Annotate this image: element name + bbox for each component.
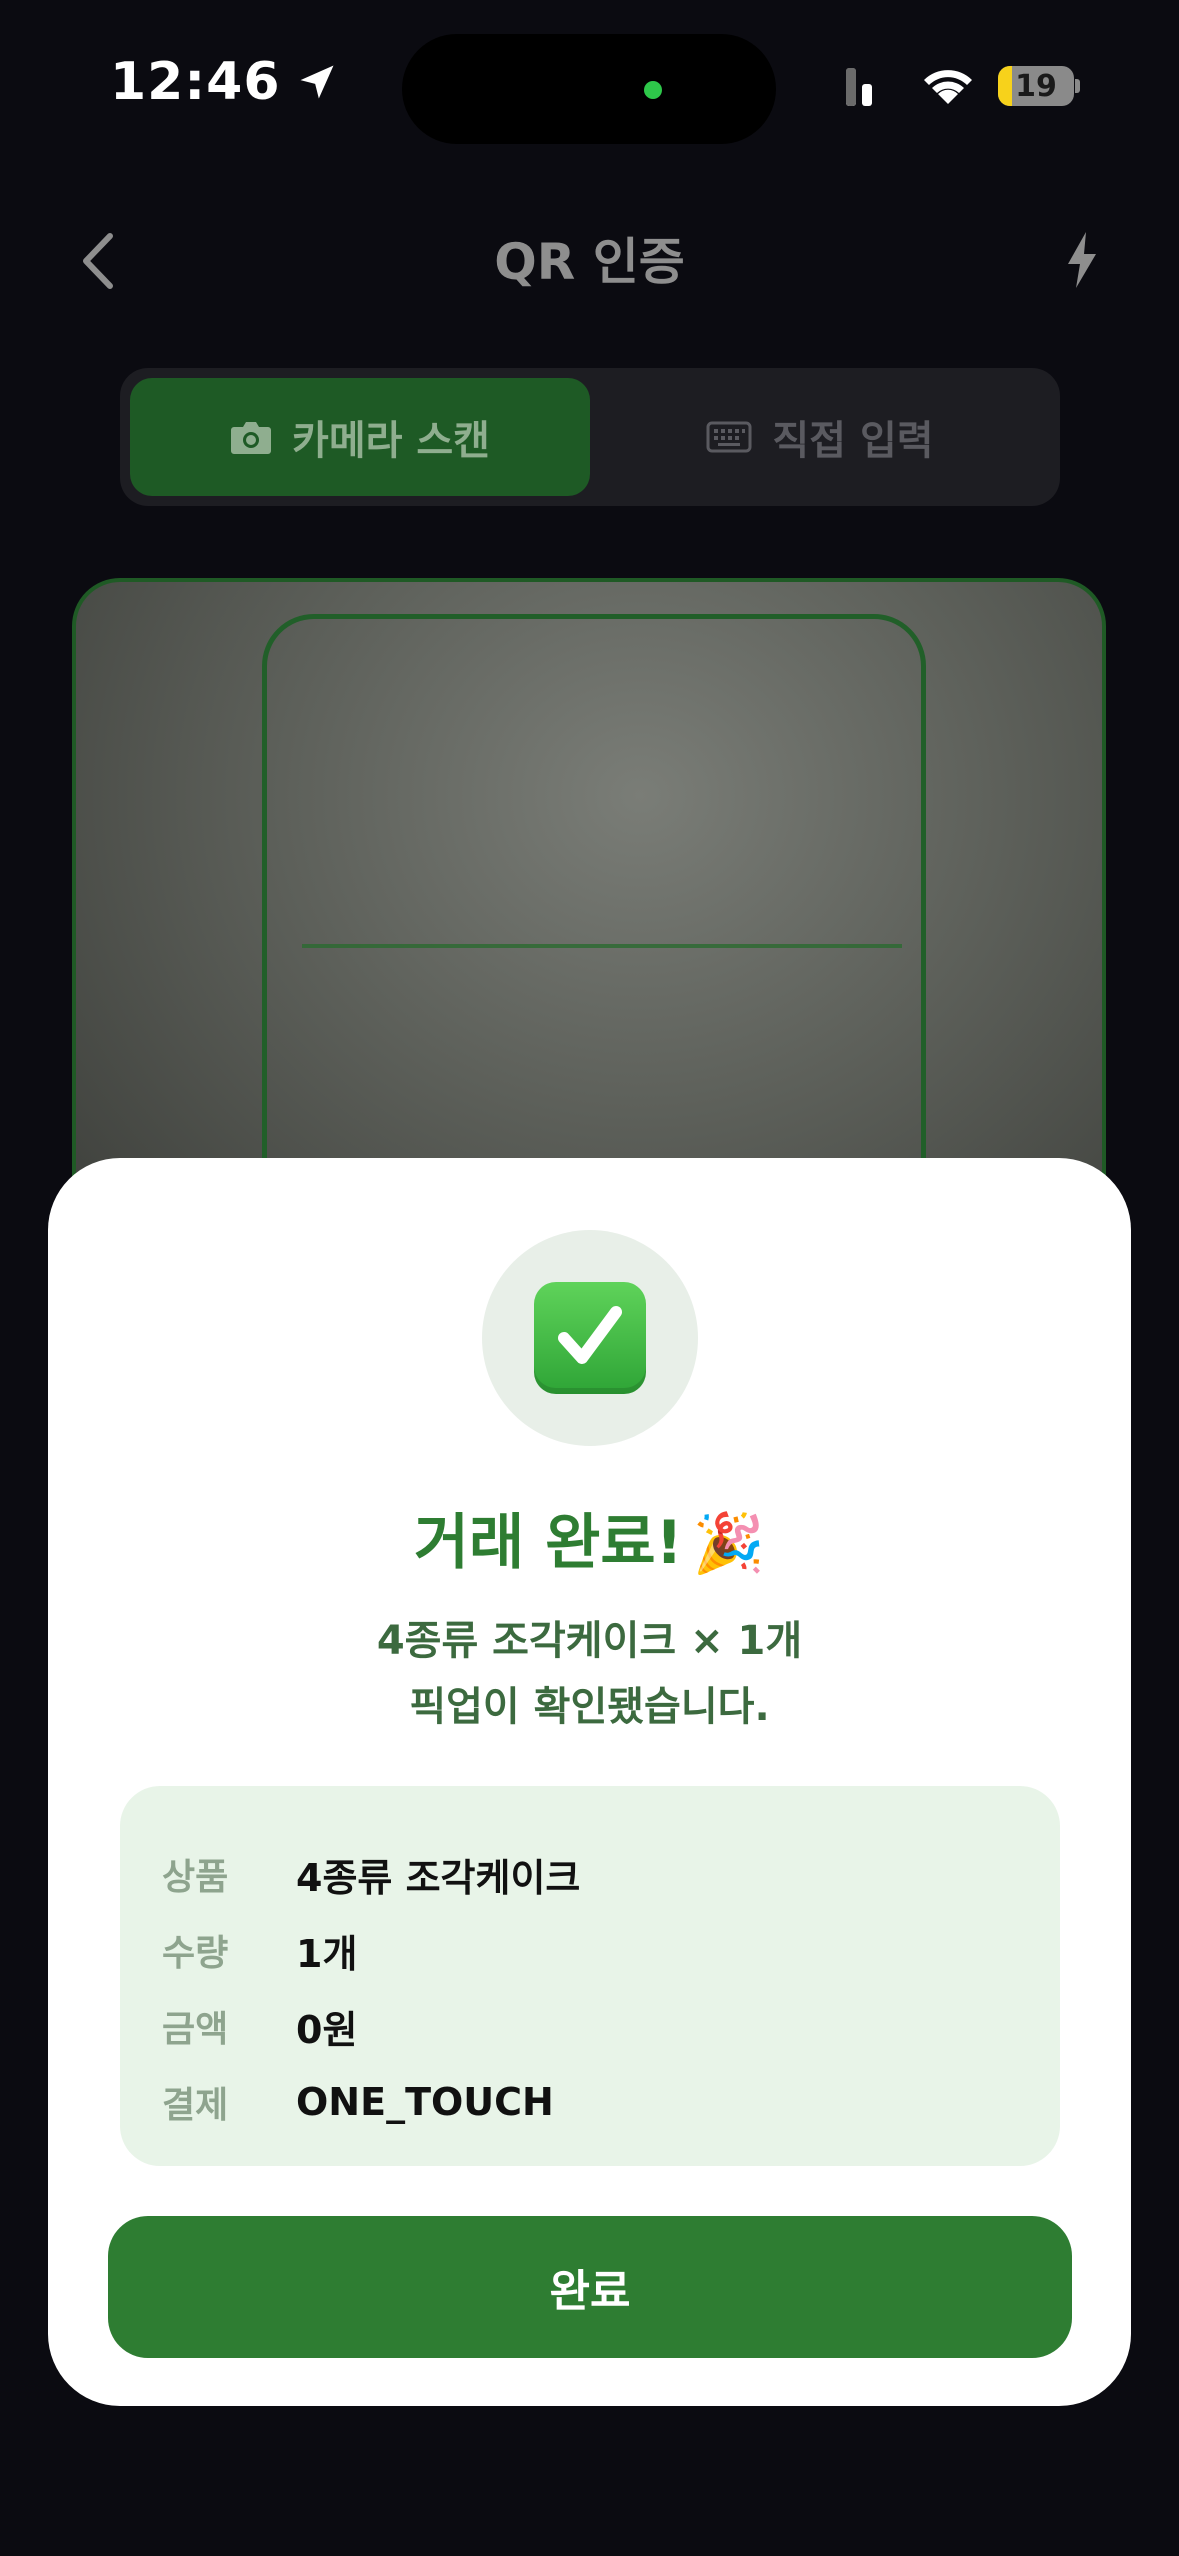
detail-row-payment: 결제 ONE_TOUCH xyxy=(162,2064,1060,2140)
dynamic-island xyxy=(402,34,776,144)
scan-line xyxy=(302,944,902,948)
detail-value: ONE_TOUCH xyxy=(296,2080,554,2124)
detail-label: 결제 xyxy=(162,2085,229,2126)
keyboard-icon xyxy=(706,421,752,453)
camera-icon xyxy=(231,422,272,454)
transaction-details: 상품 4종류 조각케이크 수량 1개 금액 0원 결제 ONE_TOUCH xyxy=(120,1786,1060,2166)
sheet-title-text: 거래 완료! xyxy=(413,1508,683,1578)
detail-value: 0원 xyxy=(296,2007,358,2052)
detail-row-amount: 금액 0원 xyxy=(162,1988,1060,2064)
success-badge xyxy=(482,1230,698,1446)
detail-label: 상품 xyxy=(162,1857,229,1898)
screen: 12:46 19 QR 인증 카메라 스캔 직접 입력 거래 완료! 🎉 4종류… xyxy=(0,0,1179,2556)
detail-value: 4종류 조각케이크 xyxy=(296,1855,581,1900)
battery-indicator: 19 xyxy=(998,66,1080,106)
tab-camera-scan[interactable]: 카메라 스캔 xyxy=(130,378,590,496)
sheet-message-line-2: 픽업이 확인됐습니다. xyxy=(409,1684,770,1730)
cellular-signal-icon xyxy=(846,68,872,106)
sheet-title: 거래 완료! 🎉 xyxy=(48,1494,1131,1581)
status-time-text: 12:46 xyxy=(110,52,281,112)
sheet-message: 4종류 조각케이크 × 1개 픽업이 확인됐습니다. xyxy=(48,1608,1131,1740)
detail-row-quantity: 수량 1개 xyxy=(162,1912,1060,1988)
detail-label: 금액 xyxy=(162,2009,229,2050)
detail-row-product: 상품 4종류 조각케이크 xyxy=(162,1836,1060,1912)
done-button[interactable]: 완료 xyxy=(108,2216,1072,2358)
location-arrow-icon xyxy=(300,65,334,99)
tab-camera-scan-label: 카메라 스캔 xyxy=(292,418,490,464)
battery-level: 19 xyxy=(1015,68,1057,104)
status-time: 12:46 xyxy=(110,52,339,112)
tab-manual-input-label: 직접 입력 xyxy=(772,418,934,464)
sheet-message-line-1: 4종류 조각케이크 × 1개 xyxy=(376,1618,803,1664)
detail-label: 수량 xyxy=(162,1933,229,1974)
tab-manual-input[interactable]: 직접 입력 xyxy=(590,378,1050,496)
flash-icon[interactable] xyxy=(1062,230,1102,290)
wifi-icon xyxy=(924,70,972,104)
check-mark-icon xyxy=(534,1282,646,1394)
camera-indicator-dot xyxy=(644,81,662,99)
transaction-complete-sheet: 거래 완료! 🎉 4종류 조각케이크 × 1개 픽업이 확인됐습니다. 상품 4종… xyxy=(48,1158,1131,2406)
scan-mode-tabs: 카메라 스캔 직접 입력 xyxy=(120,368,1060,506)
detail-value: 1개 xyxy=(296,1931,358,1976)
party-popper-icon: 🎉 xyxy=(692,1509,766,1577)
page-title: QR 인증 xyxy=(494,233,685,291)
